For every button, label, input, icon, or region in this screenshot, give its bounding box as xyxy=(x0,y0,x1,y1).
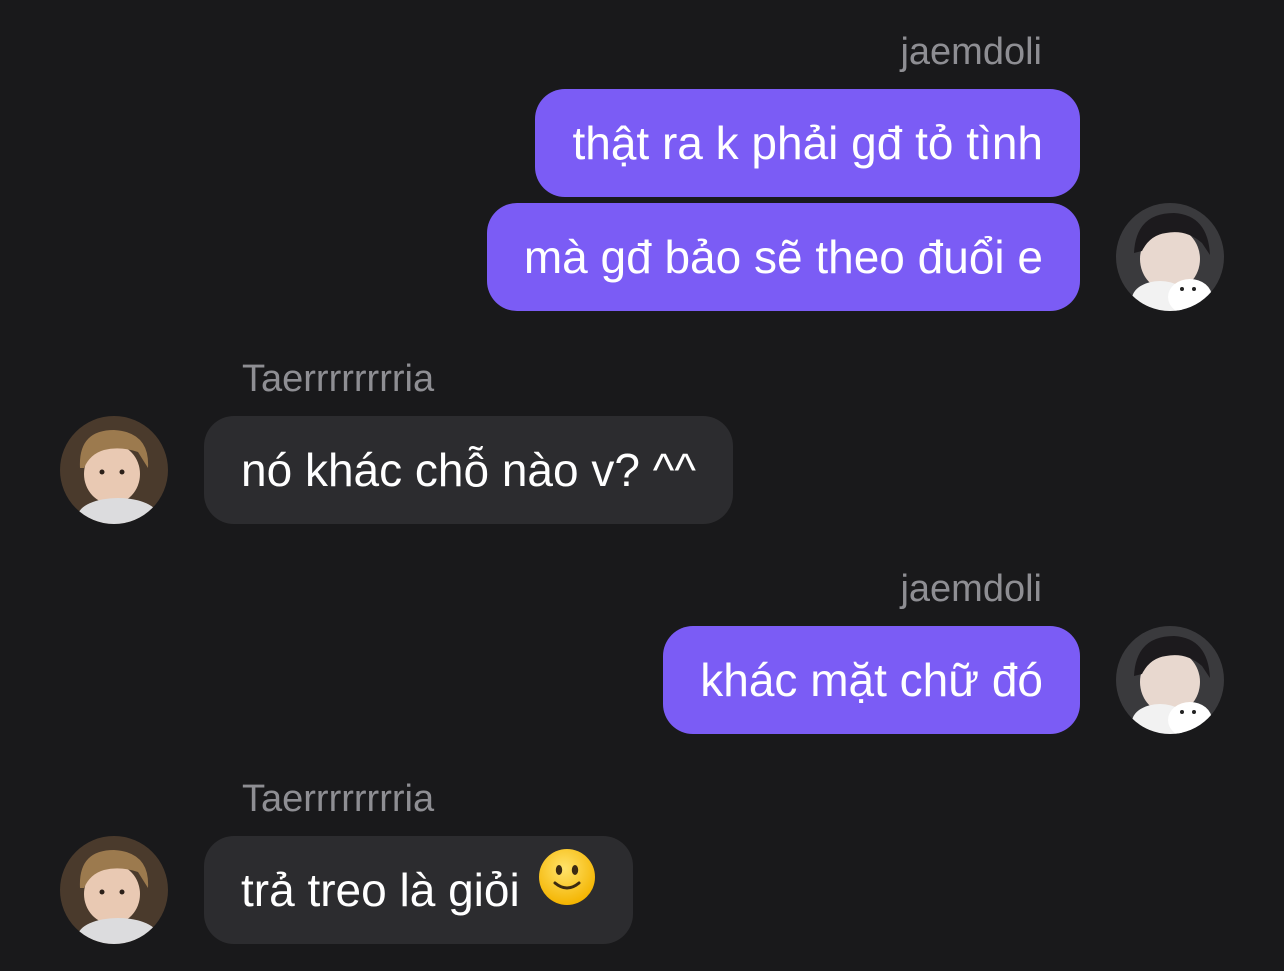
sender-name-taerrrrrrrria: Taerrrrrrrria xyxy=(242,778,435,820)
slightly-smiling-face-icon xyxy=(538,836,596,944)
avatar-photo-icon xyxy=(1116,626,1224,734)
message-text: thật ra k phải gđ tỏ tình xyxy=(572,117,1043,169)
avatar-photo-icon xyxy=(60,416,168,524)
message-bubble-outgoing[interactable]: mà gđ bảo sẽ theo đuổi e xyxy=(486,203,1080,311)
message-text: trả treo là giỏi xyxy=(241,864,520,916)
chat-thread: jaemdoli thật ra k phải gđ tỏ tình mà gđ… xyxy=(0,0,1284,971)
avatar-jaemdoli[interactable] xyxy=(1116,203,1224,311)
avatar-jaemdoli[interactable] xyxy=(1116,626,1224,734)
sender-name-taerrrrrrrria: Taerrrrrrrria xyxy=(242,358,435,400)
message-bubble-outgoing[interactable]: khác mặt chữ đó xyxy=(663,626,1080,734)
message-text: mà gđ bảo sẽ theo đuổi e xyxy=(523,231,1043,283)
message-bubble-outgoing[interactable]: thật ra k phải gđ tỏ tình xyxy=(535,89,1080,197)
avatar-photo-icon xyxy=(1116,203,1224,311)
avatar-taerrrrrrrria[interactable] xyxy=(60,836,168,944)
message-text: nó khác chỗ nào v? ^^ xyxy=(241,444,696,496)
sender-name-jaemdoli: jaemdoli xyxy=(900,31,1042,73)
avatar-taerrrrrrrria[interactable] xyxy=(60,416,168,524)
sender-name-jaemdoli: jaemdoli xyxy=(900,568,1042,610)
avatar-photo-icon xyxy=(60,836,168,944)
message-bubble-incoming[interactable]: nó khác chỗ nào v? ^^ xyxy=(204,416,733,524)
message-text: khác mặt chữ đó xyxy=(700,654,1043,706)
message-bubble-incoming[interactable]: trả treo là giỏi xyxy=(204,836,634,944)
